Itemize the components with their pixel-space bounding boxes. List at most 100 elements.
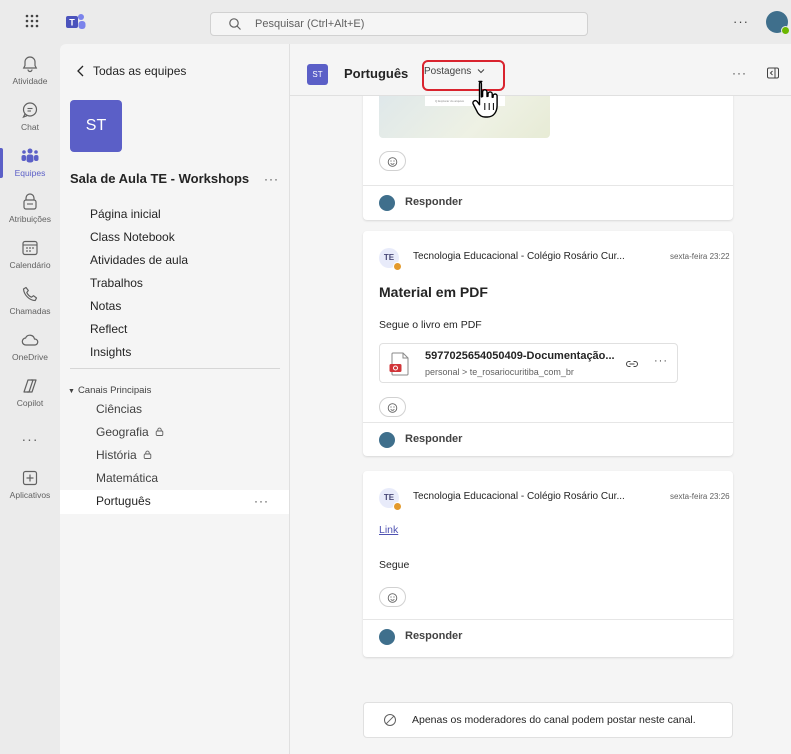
- search-placeholder: Pesquisar (Ctrl+Alt+E): [255, 18, 365, 30]
- rail-teams-label: Equipes: [14, 168, 46, 178]
- nav-home[interactable]: Página inicial: [90, 203, 188, 226]
- team-panel: Todas as equipes ST Sala de Aula TE - Wo…: [60, 44, 290, 754]
- reply-label: Responder: [405, 196, 463, 208]
- author-initials: TE: [383, 493, 395, 502]
- post-link[interactable]: Link: [379, 524, 398, 536]
- nav-class-notebook[interactable]: Class Notebook: [90, 226, 188, 249]
- open-pane-icon[interactable]: [766, 66, 780, 80]
- emoji-add-icon: [387, 403, 398, 413]
- channel-geografia[interactable]: Geografia: [96, 421, 164, 444]
- nav-grades[interactable]: Notas: [90, 295, 188, 318]
- channel-title: Português: [344, 66, 409, 81]
- rail-copilot[interactable]: Copilot: [0, 372, 60, 416]
- nav-reflect[interactable]: Reflect: [90, 318, 188, 341]
- add-reaction-button[interactable]: [379, 151, 406, 171]
- channel-matematica[interactable]: Matemática: [96, 467, 164, 490]
- section-title: Canais Principais: [77, 385, 152, 396]
- divider: [70, 368, 280, 369]
- channel-portugues[interactable]: Português: [96, 490, 164, 513]
- rail-activity[interactable]: Atividade: [0, 50, 60, 94]
- reply-label: Responder: [405, 433, 463, 445]
- team-avatar: ST: [70, 100, 122, 152]
- app-rail: Atividade Chat Equipes Atribuições Calen…: [0, 44, 60, 754]
- nav-insights[interactable]: Insights: [90, 341, 188, 364]
- rail-copilot-label: Copilot: [16, 398, 44, 408]
- lock-icon: [155, 427, 163, 436]
- rail-calendar-label: Calendário: [9, 260, 51, 270]
- user-avatar-small: [379, 629, 395, 645]
- selected-channel-highlight: ···: [60, 490, 289, 514]
- channel-more-button[interactable]: ···: [254, 494, 269, 508]
- channel-ciencias[interactable]: Ciências: [96, 398, 164, 421]
- rail-teams[interactable]: Equipes: [0, 142, 60, 186]
- team-name[interactable]: Sala de Aula TE - Workshops: [70, 171, 249, 186]
- search-input[interactable]: Pesquisar (Ctrl+Alt+E): [210, 12, 588, 36]
- app-launcher-icon[interactable]: [22, 13, 42, 33]
- user-avatar[interactable]: [766, 11, 790, 35]
- posts-feed: Q Explorar do arquivo Responder TE Tecno…: [290, 96, 791, 754]
- post-subject: Material em PDF: [379, 284, 488, 300]
- presence-available-icon: [781, 26, 790, 35]
- copy-link-icon[interactable]: [625, 357, 639, 371]
- channel-more-button[interactable]: ···: [732, 66, 747, 80]
- more-apps-button[interactable]: ···: [0, 431, 60, 447]
- reply-button[interactable]: Responder: [363, 422, 733, 456]
- phone-icon: [22, 286, 38, 302]
- chat-icon: [22, 102, 38, 119]
- user-avatar-small: [379, 195, 395, 211]
- emoji-add-icon: [387, 157, 398, 167]
- author-initials: TE: [383, 253, 395, 262]
- file-more-button[interactable]: ···: [654, 355, 668, 367]
- channel-label: Matemática: [96, 471, 159, 485]
- rail-chat[interactable]: Chat: [0, 96, 60, 140]
- nav-class-activities[interactable]: Atividades de aula: [90, 249, 188, 272]
- rail-assignments[interactable]: Atribuições: [0, 188, 60, 232]
- blocked-icon: [384, 714, 396, 726]
- channels-section-header[interactable]: ▼ Canais Principais: [68, 385, 151, 396]
- title-bar: T Pesquisar (Ctrl+Alt+E) ···: [0, 0, 791, 44]
- nav-assignments[interactable]: Trabalhos: [90, 272, 188, 295]
- assignments-icon: [23, 193, 37, 210]
- author-name[interactable]: Tecnologia Educacional - Colégio Rosário…: [413, 491, 625, 502]
- rail-onedrive[interactable]: OneDrive: [0, 326, 60, 370]
- reply-label: Responder: [405, 630, 463, 642]
- author-name[interactable]: Tecnologia Educacional - Colégio Rosário…: [413, 251, 625, 262]
- channel-label: Ciências: [96, 402, 143, 416]
- caret-down-icon: ▼: [68, 388, 75, 395]
- team-more-button[interactable]: ···: [264, 172, 279, 186]
- rail-activity-label: Atividade: [12, 76, 48, 86]
- channel-historia[interactable]: História: [96, 444, 164, 467]
- rail-calls[interactable]: Chamadas: [0, 280, 60, 324]
- author-avatar: TE: [379, 488, 402, 511]
- user-avatar-small: [379, 432, 395, 448]
- teams-icon: [21, 148, 39, 163]
- link-preview-thumbnail[interactable]: Q Explorar do arquivo: [379, 96, 550, 138]
- channel-label: Português: [96, 494, 151, 508]
- channel-main: ST Português Postagens ··· Q Explorar do…: [290, 44, 791, 754]
- rail-calendar[interactable]: Calendário: [0, 234, 60, 278]
- file-attachment[interactable]: 5977025654050409-Documentação... persona…: [379, 343, 678, 383]
- add-reaction-button[interactable]: [379, 397, 406, 417]
- rail-apps-label: Aplicativos: [9, 490, 51, 500]
- rail-calls-label: Chamadas: [9, 306, 51, 316]
- cloud-icon: [21, 334, 39, 346]
- chevron-left-icon: [77, 65, 84, 77]
- more-options-button[interactable]: ···: [733, 14, 749, 29]
- hand-pointer-icon: [472, 80, 498, 118]
- file-name: 5977025654050409-Documentação...: [425, 350, 615, 362]
- post-card: TE Tecnologia Educacional - Colégio Rosá…: [363, 231, 733, 456]
- post-card: Q Explorar do arquivo Responder: [363, 96, 733, 220]
- rail-chat-label: Chat: [21, 122, 39, 132]
- moderation-notice: Apenas os moderadores do canal podem pos…: [363, 702, 733, 738]
- rail-apps[interactable]: Aplicativos: [0, 464, 60, 508]
- add-reaction-button[interactable]: [379, 587, 406, 607]
- post-timestamp: sexta-feira 23:22: [670, 252, 730, 261]
- author-avatar: TE: [379, 248, 402, 271]
- copilot-icon: [23, 379, 37, 393]
- bell-icon: [22, 56, 38, 73]
- reply-button[interactable]: Responder: [363, 185, 733, 219]
- reply-button[interactable]: Responder: [363, 619, 733, 653]
- link-text[interactable]: Link: [379, 524, 398, 536]
- status-badge: [393, 502, 402, 511]
- channel-header: ST Português Postagens ···: [290, 44, 791, 96]
